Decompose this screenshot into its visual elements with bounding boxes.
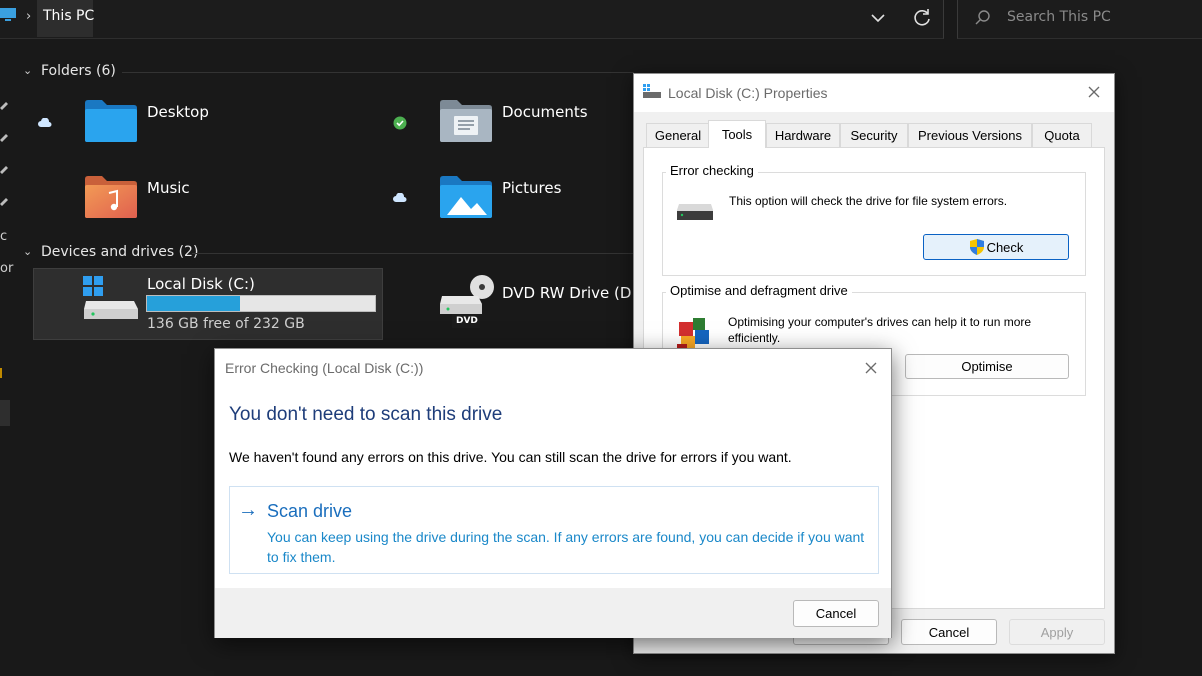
- dialog-message: We haven't found any errors on this driv…: [229, 449, 792, 465]
- drive-icon: [677, 204, 713, 220]
- cancel-button[interactable]: Cancel: [901, 619, 997, 645]
- nav-item-fragment[interactable]: or: [0, 261, 13, 276]
- folder-label-pictures[interactable]: Pictures: [502, 179, 561, 197]
- search-icon: [975, 10, 990, 25]
- scan-drive-title: Scan drive: [267, 501, 353, 521]
- tab-security[interactable]: Security: [840, 123, 908, 147]
- search-placeholder: Search This PC: [1007, 9, 1111, 25]
- tab-hardware[interactable]: Hardware: [766, 123, 840, 147]
- folders-section-header[interactable]: Folders (6): [41, 63, 116, 79]
- this-pc-icon: [0, 8, 16, 21]
- chevron-down-icon[interactable]: ⌄: [23, 64, 32, 77]
- scan-drive-description: You can keep using the drive during the …: [267, 529, 865, 565]
- nav-selected-item[interactable]: [0, 400, 10, 426]
- documents-folder-icon[interactable]: [439, 99, 493, 143]
- scan-drive-command-link[interactable]: → Scan drive You can keep using the driv…: [229, 486, 879, 574]
- section-divider: [122, 72, 634, 73]
- section-divider: [192, 253, 634, 254]
- dvd-badge: DVD: [456, 316, 478, 326]
- nav-folder-marker: [0, 368, 2, 378]
- apply-button[interactable]: Apply: [1009, 619, 1105, 645]
- tab-tools[interactable]: Tools: [708, 120, 766, 148]
- arrow-right-icon: →: [238, 499, 258, 521]
- synced-check-icon: [393, 116, 407, 130]
- drive-icon: [643, 84, 661, 98]
- error-checking-title: Error checking: [666, 163, 758, 178]
- error-checking-group: [662, 172, 1086, 276]
- cloud-icon: [38, 118, 52, 127]
- check-button[interactable]: Check: [923, 234, 1069, 260]
- desktop-folder-icon[interactable]: [84, 99, 138, 143]
- tab-quota[interactable]: Quota: [1032, 123, 1092, 147]
- chevron-right-icon: ›: [26, 9, 32, 24]
- pictures-folder-icon[interactable]: [439, 175, 493, 219]
- folder-label-desktop[interactable]: Desktop: [147, 103, 209, 121]
- cloud-icon: [393, 193, 407, 202]
- dialog-footer: [215, 588, 891, 638]
- drives-section-header[interactable]: Devices and drives (2): [41, 244, 198, 260]
- pin-icon: [0, 134, 8, 142]
- chevron-down-icon[interactable]: [866, 6, 890, 30]
- check-button-label: Check: [986, 239, 1024, 255]
- system-drive-icon: [83, 276, 138, 319]
- pin-icon: [0, 102, 8, 110]
- optimise-button[interactable]: Optimise: [905, 354, 1069, 379]
- nav-item-fragment[interactable]: c: [0, 229, 7, 244]
- tab-previous-versions[interactable]: Previous Versions: [908, 123, 1032, 147]
- optimise-text: Optimising your computer's drives can he…: [728, 315, 1032, 345]
- pin-icon: [0, 166, 8, 174]
- music-folder-icon[interactable]: [84, 175, 138, 219]
- optimise-title: Optimise and defragment drive: [666, 283, 852, 298]
- navigation-pane-edge: [0, 40, 12, 676]
- address-bar[interactable]: [0, 0, 944, 39]
- pin-icon: [0, 198, 8, 206]
- error-checking-text: This option will check the drive for fil…: [729, 194, 1008, 208]
- chevron-down-icon[interactable]: ⌄: [23, 245, 32, 258]
- close-icon[interactable]: [861, 358, 881, 378]
- drive-usage-bar: [146, 295, 376, 312]
- breadcrumb-label: This PC: [43, 8, 95, 24]
- drive-free-space: 136 GB free of 232 GB: [147, 316, 305, 332]
- tab-general[interactable]: General: [646, 123, 710, 147]
- uac-shield-icon: [969, 239, 984, 255]
- drive-usage-fill: [147, 296, 241, 311]
- drive-label-c[interactable]: Local Disk (C:): [147, 275, 255, 293]
- dialog-heading: You don't need to scan this drive: [229, 404, 503, 425]
- close-icon[interactable]: [1084, 82, 1104, 102]
- folder-label-documents[interactable]: Documents: [502, 103, 588, 121]
- dialog-title: Error Checking (Local Disk (C:)): [225, 360, 424, 376]
- cancel-button[interactable]: Cancel: [793, 600, 879, 627]
- refresh-icon[interactable]: [910, 6, 934, 30]
- folder-label-music[interactable]: Music: [147, 179, 190, 197]
- error-checking-dialog: Error Checking (Local Disk (C:)) You don…: [214, 348, 892, 638]
- drive-label-d[interactable]: DVD RW Drive (D:): [502, 284, 642, 302]
- dialog-title: Local Disk (C:) Properties: [668, 85, 828, 101]
